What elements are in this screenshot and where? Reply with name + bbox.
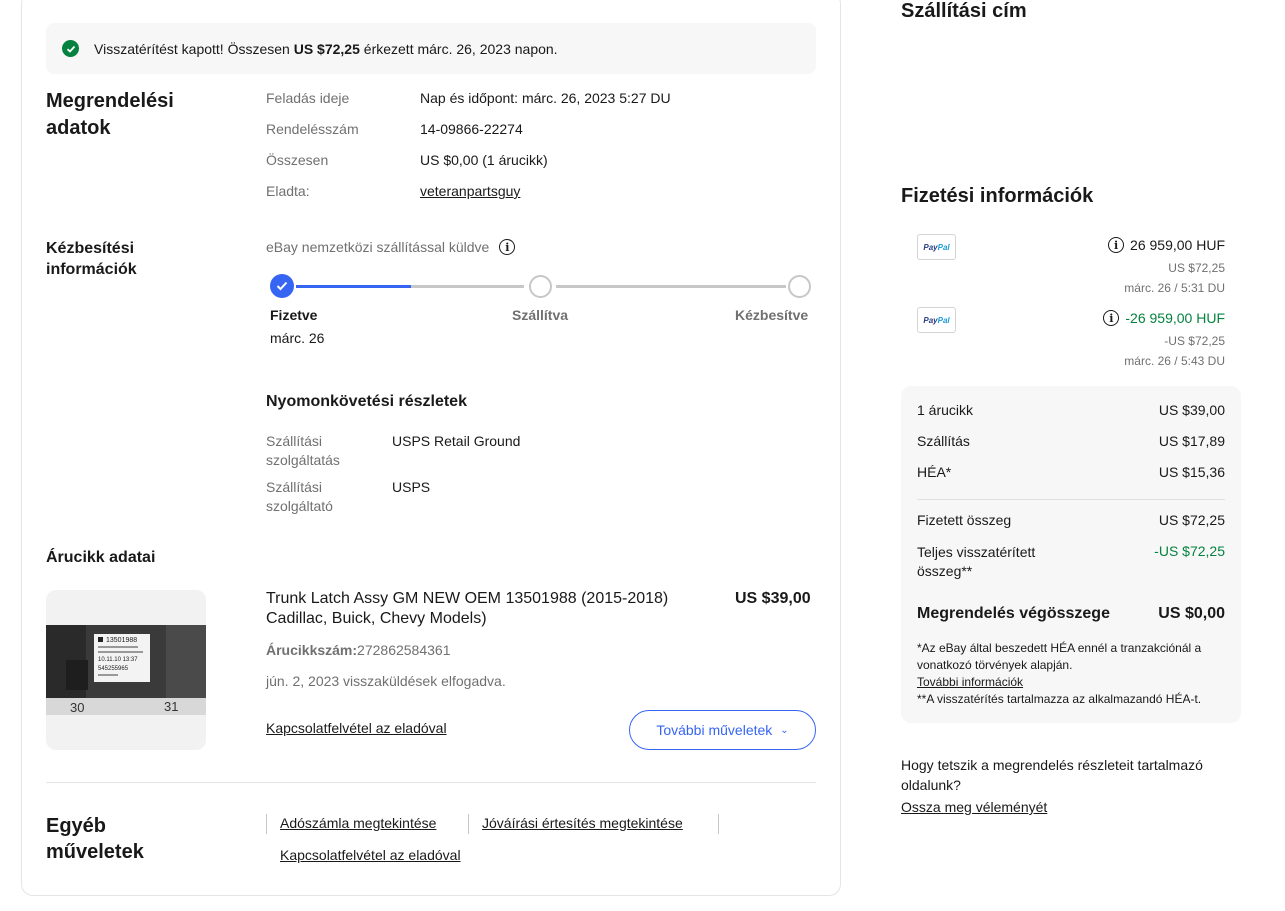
image-label-line-2: 10.11.10 13:37 (98, 657, 138, 663)
item-title[interactable]: Trunk Latch Assy GM NEW OEM 13501988 (20… (266, 589, 696, 629)
summary-row-items: 1 árucikk US $39,00 (917, 402, 1225, 418)
payment-date: márc. 26 / 5:31 DU (1124, 281, 1225, 295)
order-summary: 1 árucikk US $39,00 Szállítás US $17,89 HÉ… (901, 386, 1241, 723)
image-label-line-3: 545255965 (98, 666, 129, 672)
view-credit-note-link[interactable]: Jóváírási értesítés megtekintése (482, 815, 683, 831)
info-icon[interactable]: i (499, 239, 516, 255)
progress-track-2 (556, 285, 786, 288)
shipping-note: eBay nemzetközi szállítással küldve i (266, 239, 516, 255)
shipping-address-title: Szállítási cím (901, 0, 1027, 22)
contact-seller-link-2[interactable]: Kapcsolatfelvétel az eladóval (280, 847, 461, 863)
paypal-logo-icon: Pay Pal (917, 234, 956, 260)
summary-notes: *Az eBay által beszedett HÉA ennél a tra… (917, 641, 1202, 706)
refund-usd: -US $72,25 (1164, 334, 1225, 348)
refund-banner-text: Visszatérítést kapott! Összesen US $72,2… (94, 40, 558, 57)
delivery-progress-tracker: Fizetve márc. 26 Szállítva Kézbesítve (266, 272, 816, 352)
step-delivered-label: Kézbesítve (735, 307, 809, 323)
seller-link[interactable]: veteranpartsguy (420, 183, 520, 199)
link-separator (718, 814, 719, 834)
item-thumbnail[interactable]: 13501988 10.11.10 13:37 545255965 30 31 (46, 590, 206, 750)
other-actions-title: Egyéb műveletek (46, 815, 144, 863)
link-separator (468, 814, 469, 834)
summary-row-vat: HÉA* US $15,36 (917, 464, 1225, 480)
tracking-row-service: Szállítási szolgáltatás USPS Retail Grou… (266, 433, 521, 468)
image-corner-number-2: 31 (164, 699, 178, 714)
payment-info-title: Fizetési információk (901, 185, 1094, 207)
summary-divider (917, 499, 1225, 500)
order-row-total: Összesen US $0,00 (1 árucikk) (266, 152, 548, 168)
section-divider (46, 782, 816, 783)
step-delivered-circle (788, 275, 811, 298)
refund-amount: i -26 959,00 HUF (1103, 310, 1225, 326)
payment-amount: i 26 959,00 HUF (1108, 237, 1225, 253)
contact-seller-link[interactable]: Kapcsolatfelvétel az eladóval (266, 720, 447, 736)
image-corner-number-1: 30 (70, 700, 84, 715)
feedback-question: Hogy tetszik a megrendelés részleteit ta… (901, 757, 1203, 793)
payment-usd: US $72,25 (1168, 261, 1225, 275)
info-icon[interactable]: i (1103, 310, 1120, 326)
step-shipped-label: Szállítva (512, 307, 569, 323)
tracking-details-title: Nyomonkövetési részletek (266, 393, 467, 410)
item-number: Árucikkszám:272862584361 (266, 642, 451, 658)
step-paid-date: márc. 26 (270, 330, 325, 346)
item-details-title: Árucikk adatai (46, 549, 156, 566)
item-price: US $39,00 (735, 590, 811, 607)
refund-banner: Visszatérítést kapott! Összesen US $72,2… (46, 23, 816, 74)
step-paid-check-icon (270, 274, 294, 298)
summary-row-refund: Teljes visszatérített összeg** -US $72,25 (917, 543, 1225, 579)
paypal-logo-icon: Pay Pal (917, 307, 956, 333)
tracking-row-carrier: Szállítási szolgáltató USPS (266, 479, 431, 514)
item-return-note: jún. 2, 2023 visszaküldések elfogadva. (266, 673, 506, 689)
order-details-title: Megrendelési adatok (46, 90, 174, 139)
order-row-seller: Eladta: veteranpartsguy (266, 183, 521, 199)
refund-date: márc. 26 / 5:43 DU (1124, 354, 1225, 368)
chevron-down-icon: ⌄ (780, 724, 789, 736)
summary-row-shipping: Szállítás US $17,89 (917, 433, 1225, 449)
image-label-line-1: 13501988 (106, 637, 137, 644)
progress-fill (296, 285, 411, 288)
check-circle-icon (62, 40, 79, 57)
order-row-number: Rendelésszám 14-09866-22274 (266, 121, 523, 137)
more-info-link[interactable]: További információk (917, 675, 1023, 689)
step-paid-label: Fizetve (270, 307, 318, 323)
delivery-info-title: Kézbesítési információk (46, 240, 137, 278)
share-feedback-link[interactable]: Ossza meg véleményét (901, 797, 1241, 817)
order-row-date: Feladás ideje Nap és időpont: márc. 26, … (266, 90, 671, 106)
view-invoice-link[interactable]: Adószámla megtekintése (280, 815, 436, 831)
step-shipped-circle (529, 275, 552, 298)
more-actions-button[interactable]: További műveletek ⌄ (629, 710, 816, 750)
summary-row-paid: Fizetett összeg US $72,25 (917, 512, 1225, 528)
summary-row-total: Megrendelés végösszege US $0,00 (917, 605, 1225, 622)
link-separator (266, 814, 267, 834)
info-icon[interactable]: i (1108, 237, 1125, 253)
feedback-box: Hogy tetszik a megrendelés részleteit ta… (901, 755, 1241, 817)
